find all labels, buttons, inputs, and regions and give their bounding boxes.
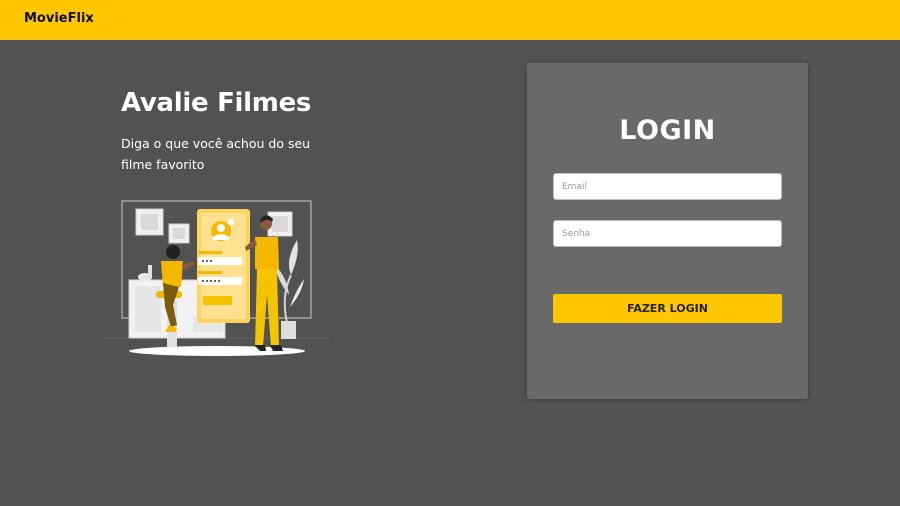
email-input[interactable] — [553, 173, 782, 200]
login-title: LOGIN — [619, 115, 716, 146]
hero-subtitle: Diga o que você achou do seu filme favor… — [121, 136, 311, 172]
login-illustration — [105, 200, 330, 356]
login-button[interactable]: FAZER LOGIN — [553, 294, 782, 323]
login-card: LOGIN FAZER LOGIN — [527, 63, 808, 399]
password-input[interactable] — [553, 220, 782, 247]
brand-logo[interactable]: MovieFlix — [24, 11, 94, 26]
hero-title: Avalie Filmes — [121, 88, 312, 118]
top-navbar: MovieFlix — [0, 0, 900, 40]
